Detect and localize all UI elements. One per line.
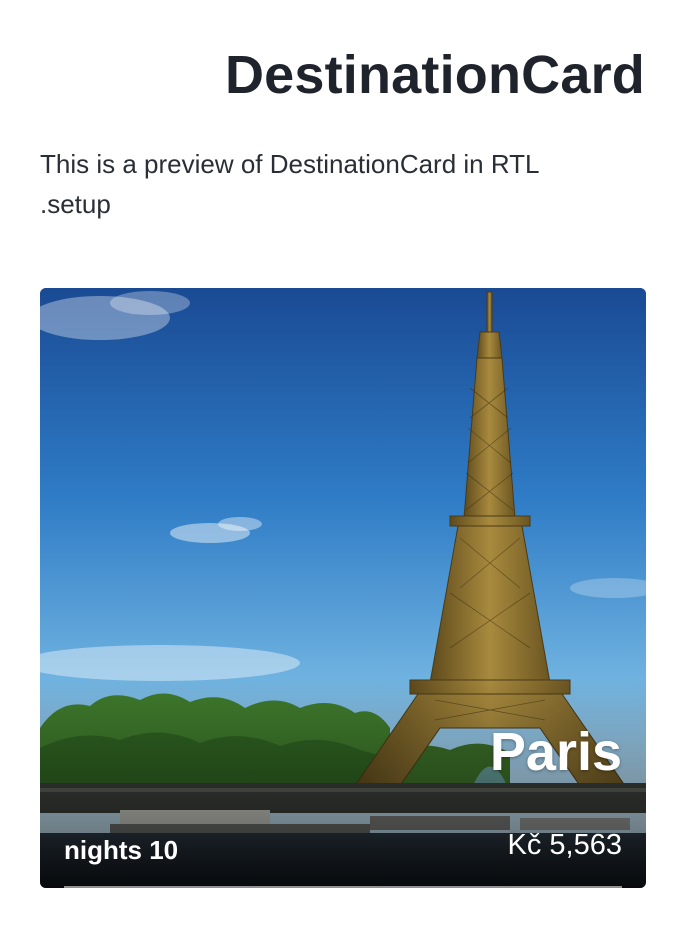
card-bottom-divider [64,886,622,888]
destination-price: Kč 5,563 [507,829,622,861]
preview-description: This is a preview of DestinationCard in … [40,144,600,224]
destination-city: Paris [489,722,622,782]
description-line-2: .setup [40,189,111,219]
preview-page: DestinationCard This is a preview of Des… [0,0,686,928]
destination-card[interactable]: Paris Kč 5,563 nights 10 [40,288,646,888]
page-title: DestinationCard [224,45,645,105]
destination-nights: nights 10 [64,835,179,865]
description-line-1: This is a preview of DestinationCard in … [40,149,540,179]
